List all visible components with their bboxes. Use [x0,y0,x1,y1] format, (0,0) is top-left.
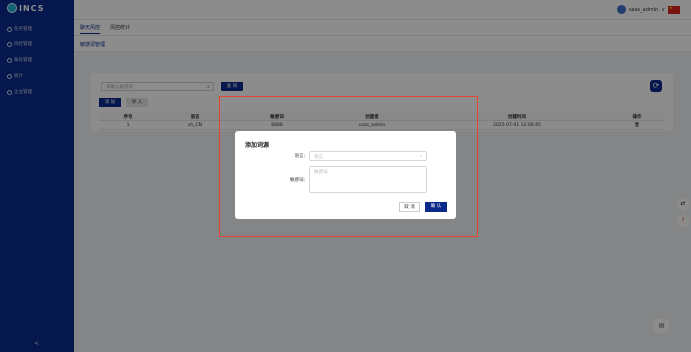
dialog-title: 添加词源 [245,142,270,149]
language-placeholder: 语言 [314,155,323,160]
language-select[interactable]: 语言 ⌄ [309,151,427,161]
sensitive-word-input[interactable]: 敏感词 [309,166,427,193]
word-label: 敏感词: [289,178,305,183]
add-word-dialog: 添加词源 语言: 语言 ⌄ 敏感词: 敏感词 取 消 确 认 [235,131,456,219]
confirm-button[interactable]: 确 认 [425,202,447,212]
language-label: 语言: [294,154,305,159]
chevron-down-icon: ⌄ [418,153,423,159]
cancel-button[interactable]: 取 消 [399,202,420,212]
word-placeholder: 敏感词 [314,170,328,175]
